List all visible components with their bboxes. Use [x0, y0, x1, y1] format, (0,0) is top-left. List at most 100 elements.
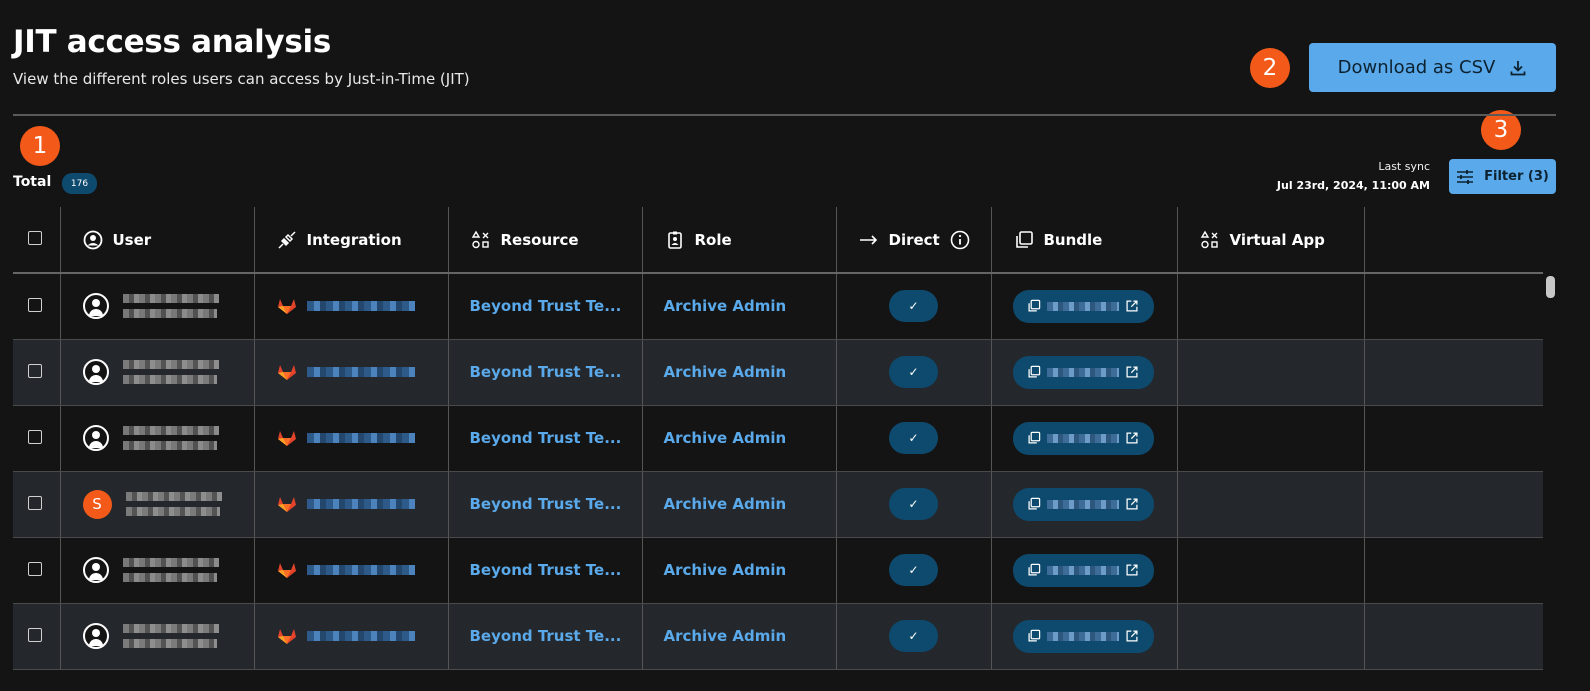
direct-check-badge: ✓: [889, 554, 938, 586]
integration-name-redacted: [306, 367, 415, 377]
direct-cell: ✓: [836, 405, 992, 472]
row-select-cell: [13, 339, 61, 406]
role-link[interactable]: Archive Admin: [643, 627, 836, 645]
row-checkbox[interactable]: [28, 561, 42, 576]
filter-sliders-icon: [1456, 169, 1474, 185]
user-cell: [60, 603, 255, 670]
user-avatar-icon: [82, 557, 109, 583]
user-cell: [60, 405, 255, 472]
user-avatar-icon: [82, 359, 109, 385]
virtual-app-cell: [1177, 537, 1365, 604]
resource-cell: Beyond Trust Te...: [448, 405, 643, 472]
role-cell: Archive Admin: [642, 273, 837, 340]
empty-cell: [1364, 273, 1543, 340]
row-checkbox[interactable]: [28, 363, 42, 378]
info-icon[interactable]: [950, 230, 970, 250]
integration-cell: [254, 339, 449, 406]
role-cell: Archive Admin: [642, 339, 837, 406]
bundle-link[interactable]: [1012, 355, 1154, 389]
column-label-bundle: Bundle: [1043, 230, 1103, 249]
role-link[interactable]: Archive Admin: [643, 429, 836, 447]
select-all-cell: [13, 207, 61, 274]
column-header-role[interactable]: Role: [642, 207, 837, 274]
table-row[interactable]: Beyond Trust Te... Archive Admin ✓: [13, 339, 1543, 406]
table-row[interactable]: Beyond Trust Te... Archive Admin ✓: [13, 603, 1543, 670]
resource-cell: Beyond Trust Te...: [448, 603, 643, 670]
bundle-link[interactable]: [1012, 619, 1154, 653]
integration-cell: [254, 537, 449, 604]
row-checkbox[interactable]: [28, 495, 42, 510]
empty-cell: [1364, 603, 1543, 670]
select-all-checkbox[interactable]: [28, 230, 42, 245]
bundle-link[interactable]: [1012, 487, 1154, 521]
bundle-cell: [991, 339, 1178, 406]
virtual-app-cell: [1177, 405, 1365, 472]
table-row[interactable]: S Beyond Trust Te... Archive Admin ✓: [13, 471, 1543, 538]
bundle-link[interactable]: [1012, 553, 1154, 587]
external-link-icon: [1125, 629, 1139, 643]
role-link[interactable]: Archive Admin: [643, 495, 836, 513]
virtual-app-cell: [1177, 603, 1365, 670]
table-row[interactable]: Beyond Trust Te... Archive Admin ✓: [13, 273, 1543, 340]
resource-link[interactable]: Beyond Trust Te...: [449, 363, 642, 381]
external-link-icon: [1125, 431, 1139, 445]
shapes-icon: [1200, 230, 1220, 250]
column-label-role: Role: [694, 230, 732, 249]
empty-cell: [1364, 339, 1543, 406]
column-header-user[interactable]: User: [60, 207, 255, 274]
bundle-link[interactable]: [1012, 289, 1154, 323]
plug-icon: [277, 230, 297, 250]
filter-label: Filter (3): [1484, 169, 1549, 184]
column-header-direct[interactable]: Direct: [836, 207, 992, 274]
gitlab-icon: [277, 297, 297, 315]
integration-name-redacted: [306, 433, 415, 443]
role-link[interactable]: Archive Admin: [643, 297, 836, 315]
last-sync-time: Jul 23rd, 2024, 11:00 AM: [1276, 179, 1430, 192]
arrow-right-icon: [859, 233, 879, 247]
empty-cell: [1364, 405, 1543, 472]
resource-link[interactable]: Beyond Trust Te...: [449, 495, 642, 513]
row-select-cell: [13, 273, 61, 340]
role-link[interactable]: Archive Admin: [643, 363, 836, 381]
integration-cell: [254, 405, 449, 472]
column-header-virtual-app[interactable]: Virtual App: [1177, 207, 1365, 274]
resource-cell: Beyond Trust Te...: [448, 537, 643, 604]
resource-link[interactable]: Beyond Trust Te...: [449, 627, 642, 645]
resource-cell: Beyond Trust Te...: [448, 339, 643, 406]
copy-stack-icon: [1027, 299, 1041, 313]
scrollbar-thumb[interactable]: [1546, 276, 1555, 298]
column-header-integration[interactable]: Integration: [254, 207, 449, 274]
table-row[interactable]: Beyond Trust Te... Archive Admin ✓: [13, 405, 1543, 472]
download-csv-label: Download as CSV: [1337, 57, 1496, 78]
download-icon: [1509, 59, 1527, 77]
total-label: Total: [13, 174, 52, 190]
resource-link[interactable]: Beyond Trust Te...: [449, 429, 642, 447]
user-name-redacted: [122, 558, 219, 582]
resource-link[interactable]: Beyond Trust Te...: [449, 561, 642, 579]
filter-button[interactable]: Filter (3): [1449, 159, 1556, 194]
bundle-cell: [991, 471, 1178, 538]
role-cell: Archive Admin: [642, 405, 837, 472]
integration-cell: [254, 273, 449, 340]
integration-cell: [254, 603, 449, 670]
bundle-name-redacted: [1047, 631, 1119, 641]
row-checkbox[interactable]: [28, 627, 42, 642]
gitlab-icon: [277, 363, 297, 381]
bundle-cell: [991, 405, 1178, 472]
table-row[interactable]: Beyond Trust Te... Archive Admin ✓: [13, 537, 1543, 604]
role-link[interactable]: Archive Admin: [643, 561, 836, 579]
empty-cell: [1364, 537, 1543, 604]
bundle-cell: [991, 603, 1178, 670]
user-circle-icon: [83, 230, 103, 250]
user-avatar-icon: [82, 623, 109, 649]
row-checkbox[interactable]: [28, 297, 42, 312]
download-csv-button[interactable]: Download as CSV: [1309, 43, 1556, 92]
row-checkbox[interactable]: [28, 429, 42, 444]
direct-cell: ✓: [836, 471, 992, 538]
column-header-bundle[interactable]: Bundle: [991, 207, 1178, 274]
bundle-cell: [991, 537, 1178, 604]
column-header-resource[interactable]: Resource: [448, 207, 643, 274]
bundle-name-redacted: [1047, 565, 1119, 575]
bundle-link[interactable]: [1012, 421, 1154, 455]
resource-link[interactable]: Beyond Trust Te...: [449, 297, 642, 315]
